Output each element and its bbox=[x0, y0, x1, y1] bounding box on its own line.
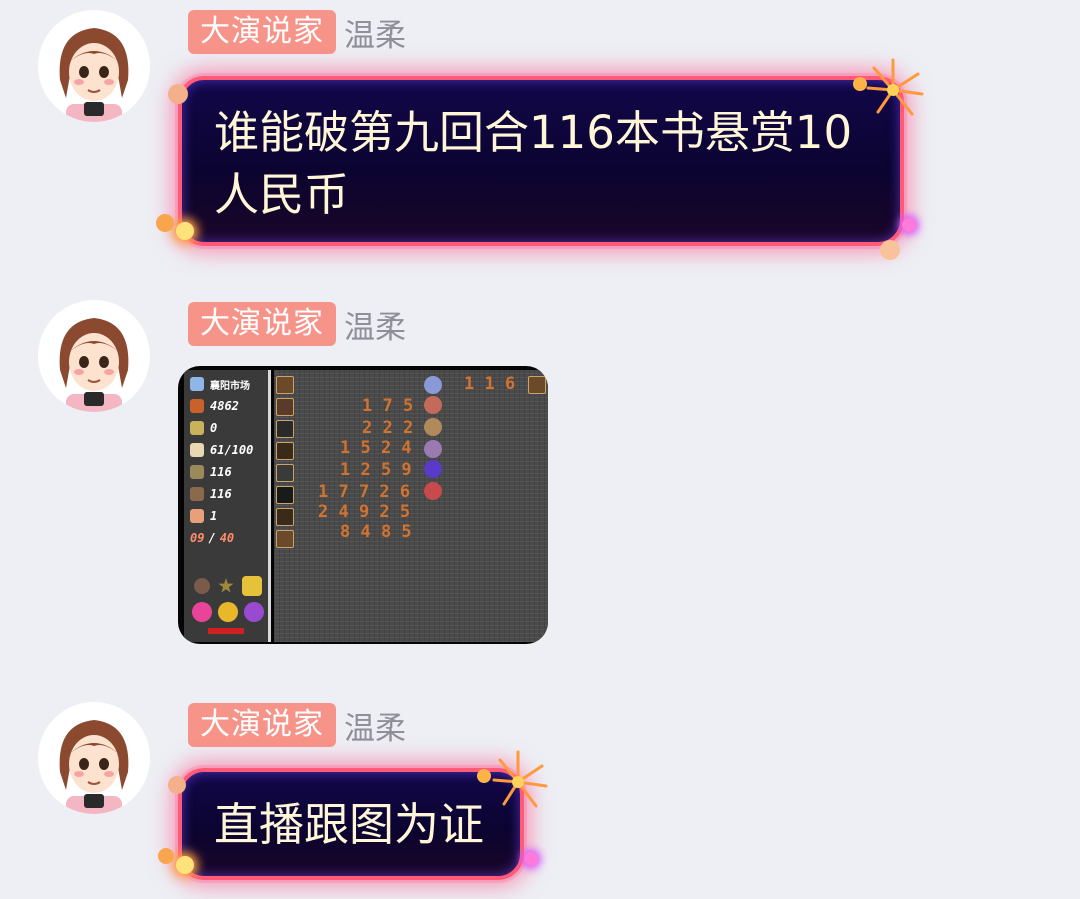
coin-icon bbox=[190, 465, 204, 479]
sparkle-icon bbox=[168, 84, 188, 104]
message-text: 直播跟图为证 bbox=[214, 798, 485, 851]
sender-meta: 大演说家 温柔 bbox=[188, 10, 406, 54]
gold-icon bbox=[190, 399, 204, 413]
title-badge: 大演说家 bbox=[188, 10, 336, 54]
chat-bubble[interactable]: 谁能破第九回合116本书悬赏10 人民币 bbox=[178, 76, 904, 246]
menu-pink-icon bbox=[192, 602, 212, 622]
sparkle-icon bbox=[176, 222, 194, 240]
item-slot-icon bbox=[276, 420, 294, 438]
tool-icons bbox=[192, 576, 264, 636]
sparkle-icon bbox=[880, 240, 900, 260]
warrior-sprite-icon bbox=[424, 460, 442, 478]
avatar[interactable] bbox=[38, 300, 150, 412]
avatar[interactable] bbox=[38, 10, 150, 122]
item-slot-icon bbox=[276, 376, 294, 394]
round-total: 40 bbox=[219, 531, 235, 545]
sender-name[interactable]: 温柔 bbox=[344, 10, 406, 55]
grid-number: 2 2 2 bbox=[362, 418, 414, 438]
grid-number: 1 1 6 bbox=[464, 374, 516, 394]
gear-icon bbox=[194, 578, 210, 594]
sender-meta: 大演说家 温柔 bbox=[188, 302, 406, 346]
item-slot-icon bbox=[276, 486, 294, 504]
round-separator: / bbox=[208, 531, 216, 545]
warrior-sprite-icon bbox=[424, 396, 442, 414]
location-label: 襄阳市场 bbox=[190, 374, 250, 394]
game-grid: 1 1 6 1 7 5 2 2 2 1 5 2 4 1 2 5 9 1 7 7 … bbox=[274, 370, 548, 642]
message-text: 谁能破第九回合116本书悬赏10 人民币 bbox=[214, 106, 853, 221]
grid-number: 1 2 5 9 bbox=[340, 460, 412, 480]
sender-name[interactable]: 温柔 bbox=[344, 302, 406, 347]
firework-icon bbox=[853, 58, 924, 116]
location-text: 襄阳市场 bbox=[210, 380, 250, 392]
warrior-sprite-icon bbox=[424, 482, 442, 500]
grid-number: 1 7 5 bbox=[362, 396, 414, 416]
sparkle-icon bbox=[156, 214, 174, 232]
image-message[interactable]: 襄阳市场 4862 0 61/100 116 116 1 09 / 40 1 1… bbox=[178, 366, 548, 644]
menu-yellow-icon bbox=[218, 602, 238, 622]
menu-purple-icon bbox=[244, 602, 264, 622]
sender-name[interactable]: 温柔 bbox=[344, 703, 406, 748]
key-icon bbox=[190, 421, 204, 435]
stat-value: 116 bbox=[210, 487, 232, 501]
book-icon bbox=[190, 487, 204, 501]
star-icon bbox=[218, 578, 234, 593]
avatar-face-icon bbox=[38, 10, 150, 122]
avatar-face-icon bbox=[38, 300, 150, 412]
stat-value: 4862 bbox=[210, 399, 239, 413]
sparkle-icon bbox=[176, 856, 194, 874]
sparkle-icon bbox=[168, 776, 186, 794]
grid-number: 8 4 8 5 bbox=[340, 522, 412, 542]
book-slot-icon bbox=[528, 376, 546, 394]
item-slot-icon bbox=[276, 442, 294, 460]
title-badge: 大演说家 bbox=[188, 703, 336, 747]
firework-icon bbox=[477, 750, 548, 808]
stat-value: 0 bbox=[210, 421, 218, 435]
sparkle-icon bbox=[524, 852, 538, 866]
cross-icon bbox=[190, 509, 204, 523]
round-counter: 09 / 40 bbox=[190, 528, 234, 548]
game-screenshot: 襄阳市场 4862 0 61/100 116 116 1 09 / 40 1 1… bbox=[184, 370, 548, 642]
stat-row: 4862 bbox=[190, 396, 239, 416]
stat-row: 116 bbox=[190, 462, 232, 482]
grid-number: 1 5 2 4 bbox=[340, 438, 412, 458]
food-icon bbox=[190, 443, 204, 457]
sender-meta: 大演说家 温柔 bbox=[188, 703, 406, 747]
round-current: 09 bbox=[190, 531, 205, 545]
sparkle-icon bbox=[158, 848, 174, 864]
grid-number: 2 4 9 2 5 bbox=[318, 502, 411, 522]
game-status-panel: 襄阳市场 4862 0 61/100 116 116 1 09 / 40 bbox=[184, 370, 271, 642]
avatar[interactable] bbox=[38, 702, 150, 814]
avatar-face-icon bbox=[38, 702, 150, 814]
warrior-sprite-icon bbox=[424, 376, 442, 394]
stat-value: 61/100 bbox=[210, 443, 254, 457]
item-slot-icon bbox=[276, 464, 294, 482]
stat-value: 116 bbox=[210, 465, 232, 479]
stat-row: 61/100 bbox=[190, 440, 253, 460]
red-label-icon bbox=[208, 628, 244, 634]
building-icon bbox=[190, 377, 204, 391]
stat-row: 1 bbox=[190, 506, 217, 526]
item-slot-icon bbox=[276, 530, 294, 548]
stat-row: 116 bbox=[190, 484, 232, 504]
warrior-sprite-icon bbox=[424, 418, 442, 436]
stat-row: 0 bbox=[190, 418, 217, 438]
sparkle-icon bbox=[902, 218, 916, 232]
title-badge: 大演说家 bbox=[188, 302, 336, 346]
item-slot-icon bbox=[276, 398, 294, 416]
stat-value: 1 bbox=[210, 509, 218, 523]
warrior-sprite-icon bbox=[424, 440, 442, 458]
edit-icon bbox=[242, 576, 262, 596]
item-slot-icon bbox=[276, 508, 294, 526]
grid-number: 1 7 7 2 6 bbox=[318, 482, 411, 502]
